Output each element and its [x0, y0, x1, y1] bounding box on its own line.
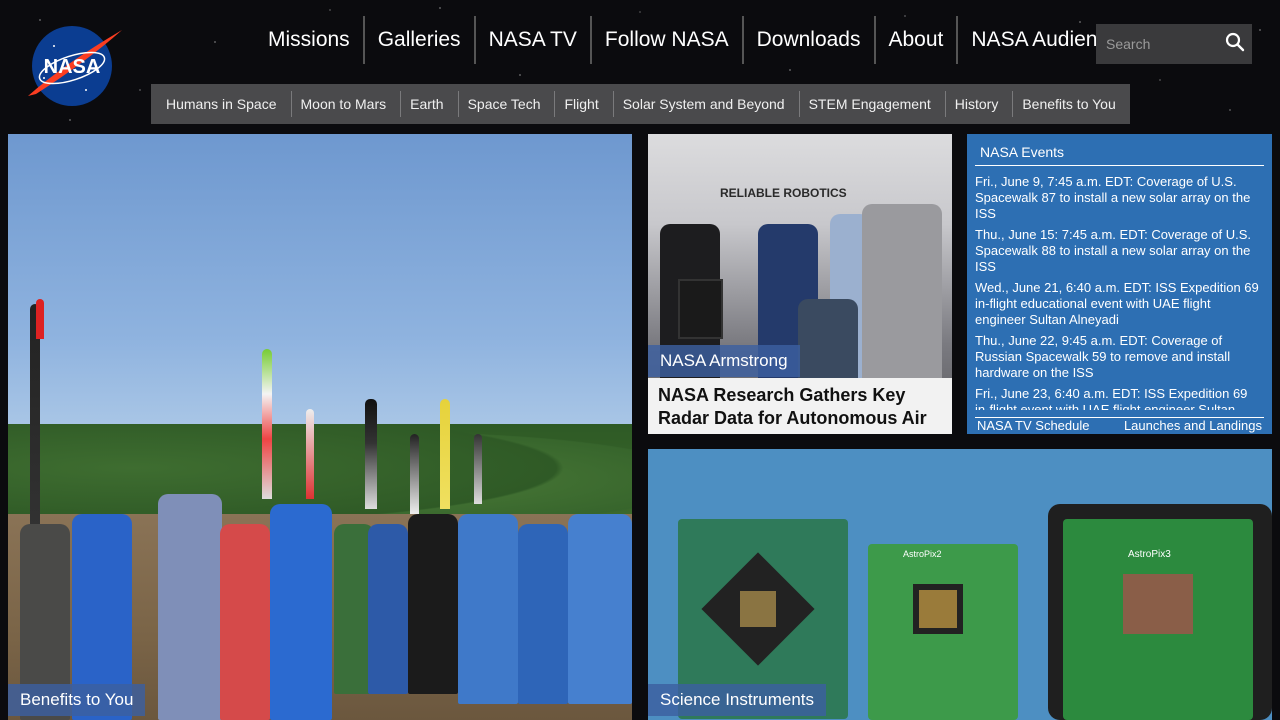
event-item[interactable]: Wed., June 21, 6:40 a.m. EDT: ISS Expedi… — [975, 280, 1264, 328]
person-figure — [518, 524, 568, 704]
nav-galleries[interactable]: Galleries — [362, 16, 474, 64]
svg-text:NASA: NASA — [44, 56, 101, 78]
nav-nasa-tv[interactable]: NASA TV — [473, 16, 590, 64]
wall-sign: RELIABLE ROBOTICS — [720, 186, 847, 200]
nasa-events-panel: NASA Events Fri., June 9, 7:45 a.m. EDT:… — [967, 134, 1272, 434]
nav-follow-nasa[interactable]: Follow NASA — [589, 16, 742, 64]
launches-and-landings-link[interactable]: Launches and Landings — [1124, 418, 1262, 433]
events-footer: NASA TV Schedule Launches and Landings — [975, 417, 1264, 433]
nav-missions[interactable]: Missions — [255, 16, 363, 64]
nav-downloads[interactable]: Downloads — [741, 16, 874, 64]
events-list: Fri., June 9, 7:45 a.m. EDT: Coverage of… — [975, 174, 1264, 410]
person-figure — [568, 514, 632, 704]
person-figure — [368, 524, 408, 694]
event-item[interactable]: Fri., June 9, 7:45 a.m. EDT: Coverage of… — [975, 174, 1264, 222]
topic-stem-engagement[interactable]: STEM Engagement — [800, 91, 946, 117]
hero-tile[interactable]: Benefits to You — [8, 134, 632, 720]
person-figure — [862, 204, 942, 384]
chip — [913, 584, 963, 634]
search-box — [1096, 24, 1252, 64]
topic-humans-in-space[interactable]: Humans in Space — [157, 91, 292, 117]
event-item[interactable]: Thu., June 15: 7:45 a.m. EDT: Coverage o… — [975, 227, 1264, 275]
chip — [1123, 574, 1193, 634]
person-figure — [270, 504, 332, 720]
rocket-image — [36, 299, 44, 339]
topic-flight[interactable]: Flight — [555, 91, 614, 117]
rocket-image — [262, 349, 272, 499]
person-figure — [458, 514, 518, 704]
science-instruments-tile[interactable]: AstroPix2 AstroPix3 Science Instruments — [648, 449, 1272, 720]
person-figure — [408, 514, 458, 694]
person-figure — [798, 299, 858, 384]
chip — [740, 591, 776, 627]
science-category-tag[interactable]: Science Instruments — [648, 684, 827, 716]
armstrong-category-tag[interactable]: NASA Armstrong — [648, 345, 800, 377]
events-title: NASA Events — [975, 144, 1264, 166]
topic-space-tech[interactable]: Space Tech — [459, 91, 556, 117]
nasa-tv-schedule-link[interactable]: NASA TV Schedule — [977, 418, 1090, 433]
topic-nav: Humans in Space Moon to Mars Earth Space… — [151, 84, 1130, 124]
nav-about[interactable]: About — [873, 16, 957, 64]
topic-history[interactable]: History — [946, 91, 1014, 117]
person-figure — [158, 494, 222, 720]
event-item[interactable]: Fri., June 23, 6:40 a.m. EDT: ISS Expedi… — [975, 386, 1264, 410]
main-nav: Missions Galleries NASA TV Follow NASA D… — [255, 16, 1143, 64]
armstrong-news-tile[interactable]: RELIABLE ROBOTICS NASA Armstrong NASA Re… — [648, 134, 952, 434]
computer-monitor — [678, 279, 723, 339]
event-item[interactable]: Thu., June 22, 9:45 a.m. EDT: Coverage o… — [975, 333, 1264, 381]
topic-moon-to-mars[interactable]: Moon to Mars — [292, 91, 402, 117]
board-label: AstroPix3 — [1128, 549, 1171, 560]
topic-earth[interactable]: Earth — [401, 91, 459, 117]
hero-category-tag[interactable]: Benefits to You — [8, 684, 146, 716]
board-label: AstroPix2 — [903, 549, 942, 559]
search-icon — [1225, 32, 1245, 57]
nasa-logo[interactable]: NASA — [24, 24, 124, 108]
search-input[interactable] — [1096, 36, 1220, 52]
topic-solar-system[interactable]: Solar System and Beyond — [614, 91, 800, 117]
person-figure — [220, 524, 270, 720]
armstrong-headline[interactable]: NASA Research Gathers Key Radar Data for… — [648, 378, 952, 434]
search-button[interactable] — [1220, 24, 1250, 64]
topic-benefits-to-you[interactable]: Benefits to You — [1013, 91, 1129, 117]
